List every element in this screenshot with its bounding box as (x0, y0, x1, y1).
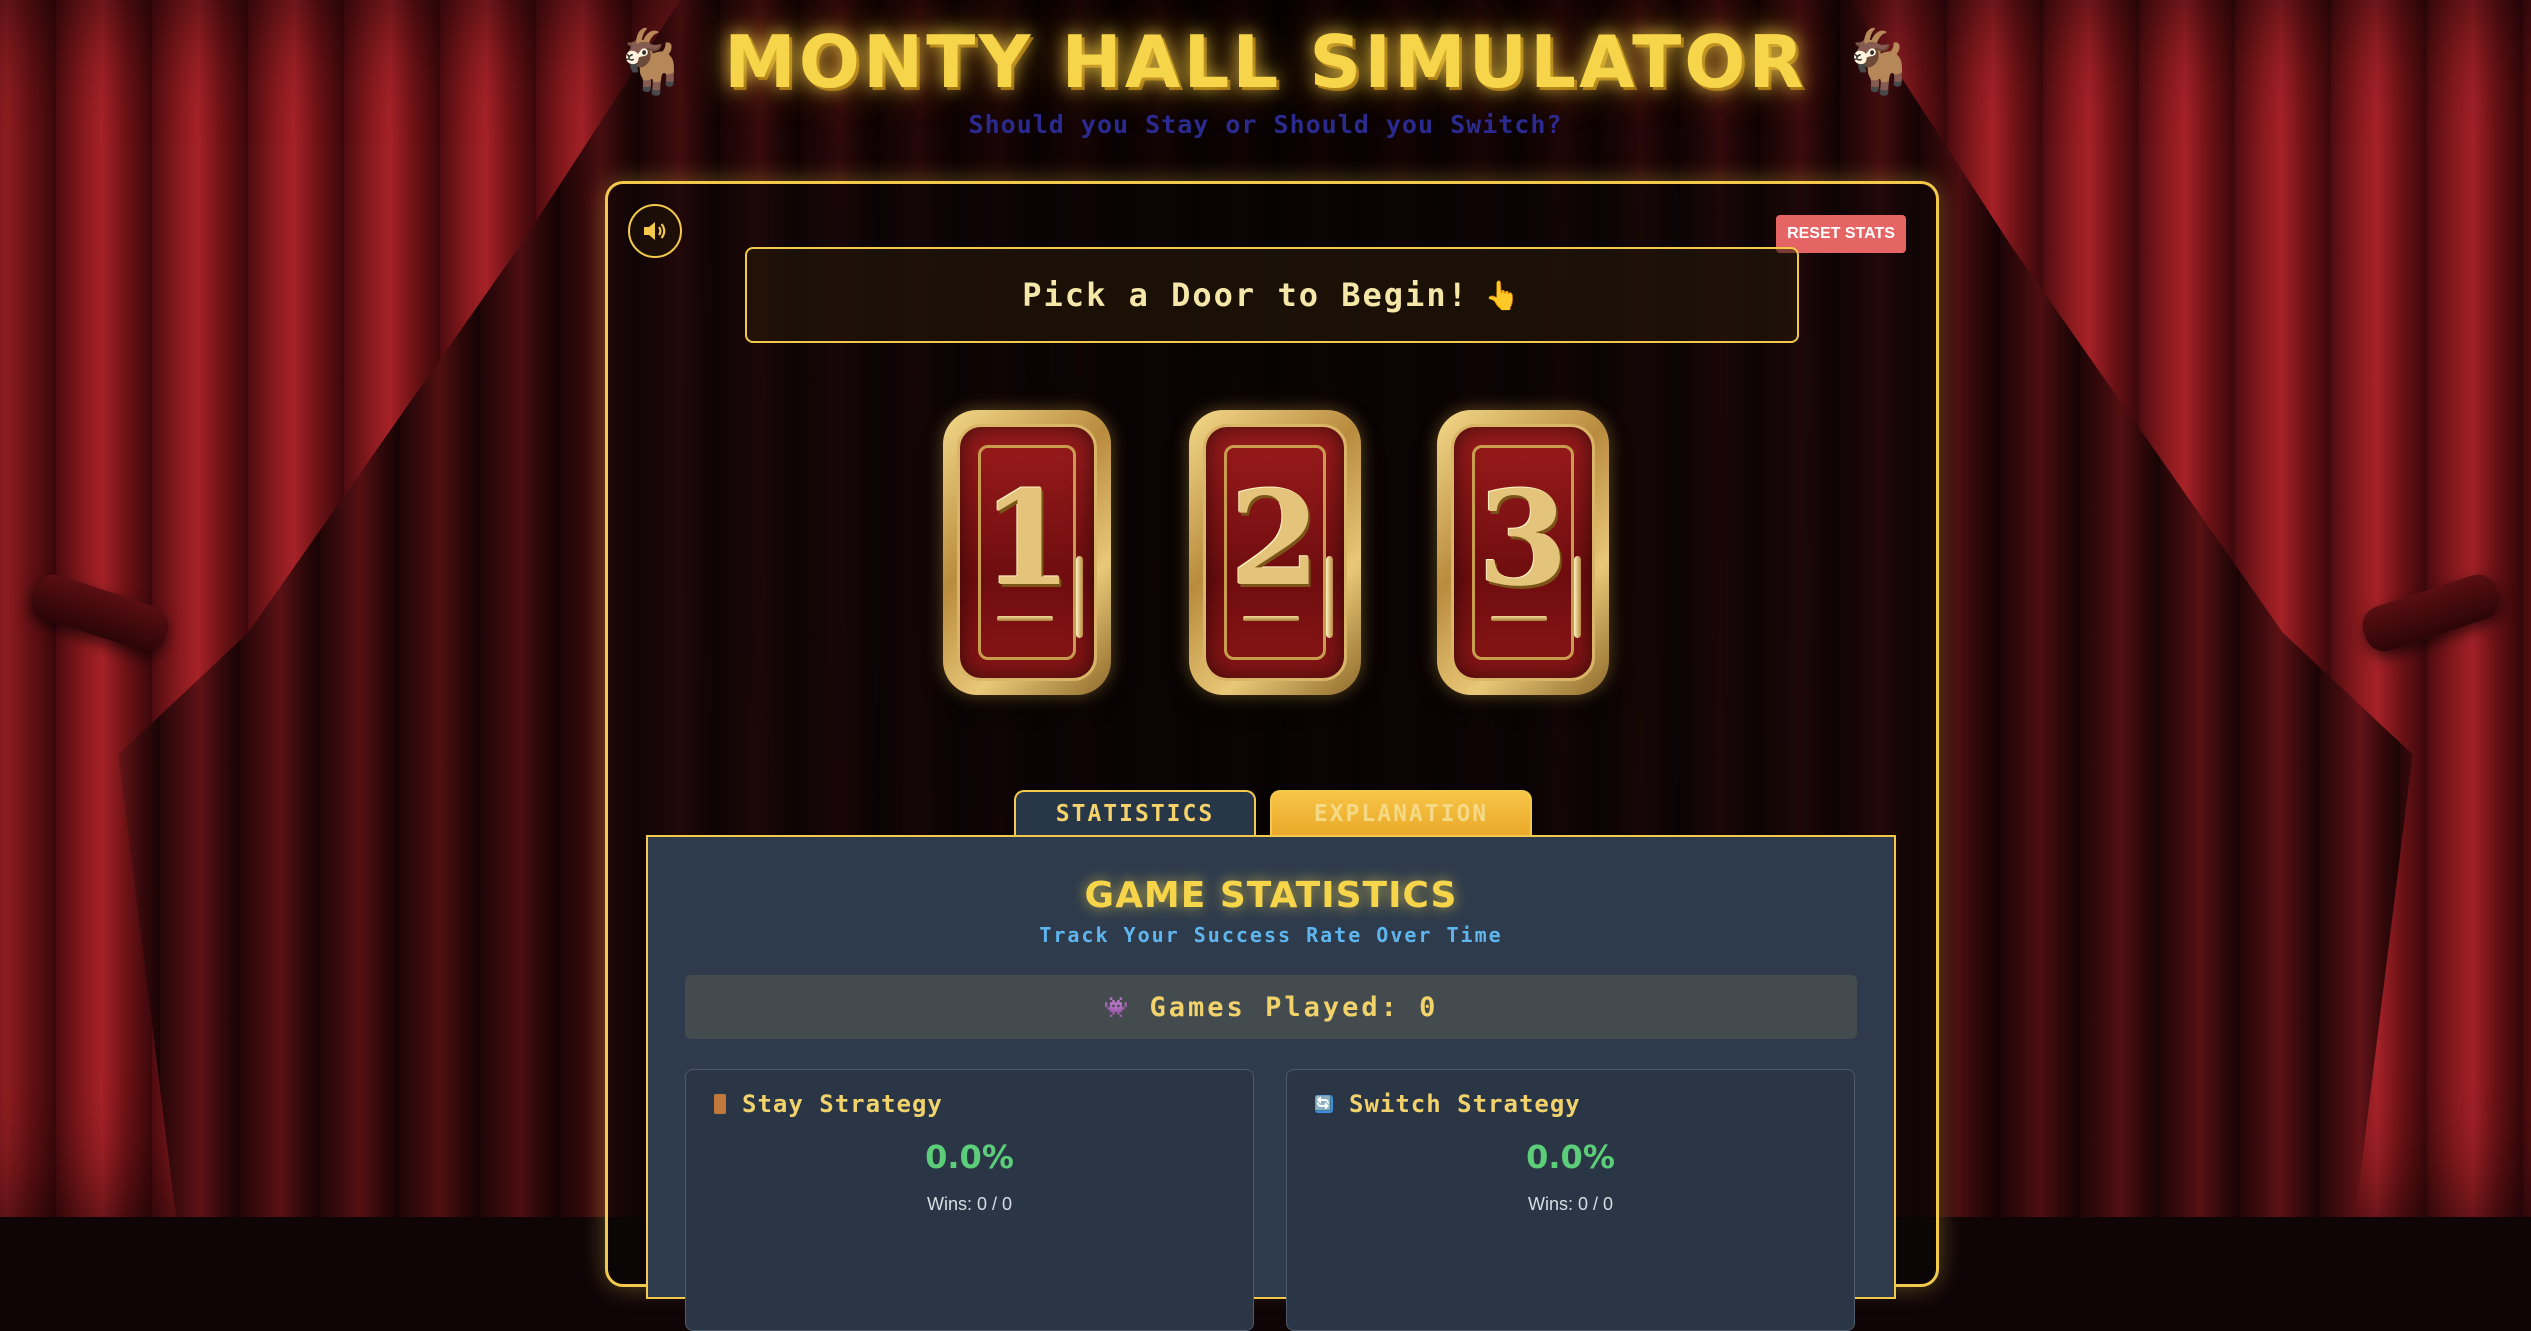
stay-wins: Wins: 0 / 0 (926, 1194, 1013, 1214)
door-1[interactable]: 1 (943, 410, 1111, 695)
stay-strategy-card: Stay Strategy 0.0% Wins: 0 / 0 (685, 1069, 1254, 1331)
door-number: 3 (1477, 462, 1569, 615)
tab-bar: STATISTICS EXPLANATION (608, 790, 1936, 836)
page-header: 🐐 MONTY HALL SIMULATOR 🐐 Should you Stay… (0, 20, 2531, 139)
reset-stats-button[interactable]: RESET STATS (1776, 215, 1906, 253)
stay-win-percent: 0.0% (925, 1138, 1014, 1176)
door-plate (1491, 616, 1547, 621)
door-plate (997, 616, 1053, 621)
switch-wins: Wins: 0 / 0 (1527, 1194, 1614, 1214)
switch-arrows-icon: 🔄 (1314, 1095, 1334, 1113)
statistics-subtitle: Track Your Success Rate Over Time (1039, 923, 1503, 947)
game-message: Pick a Door to Begin! 👆 (745, 247, 1799, 343)
door-handle (1326, 556, 1333, 638)
door-icon (714, 1094, 726, 1114)
statistics-panel: GAME STATISTICS Track Your Success Rate … (646, 835, 1896, 1331)
pointing-hand-icon: 👆 (1484, 278, 1522, 312)
goat-icon: 🐐 (1840, 25, 1919, 98)
switch-strategy-label: Switch Strategy (1349, 1090, 1581, 1118)
doors-row: 1 2 3 (608, 410, 1936, 700)
tab-statistics[interactable]: STATISTICS (1014, 790, 1256, 836)
switch-win-percent: 0.0% (1526, 1138, 1615, 1176)
message-text: Pick a Door to Begin! (1022, 276, 1469, 314)
goat-icon: 🐐 (612, 25, 691, 98)
game-panel: RESET STATS Pick a Door to Begin! 👆 1 2 … (605, 181, 1939, 1331)
switch-strategy-card: 🔄 Switch Strategy 0.0% Wins: 0 / 0 (1286, 1069, 1855, 1331)
door-plate (1243, 616, 1299, 621)
door-2[interactable]: 2 (1189, 410, 1361, 695)
stay-strategy-label: Stay Strategy (742, 1090, 943, 1118)
games-played-count: Games Played: 0 (1149, 991, 1439, 1023)
door-number: 1 (981, 462, 1073, 615)
page-title: MONTY HALL SIMULATOR (724, 20, 1807, 104)
door-handle (1574, 556, 1581, 638)
sound-toggle-button[interactable] (628, 204, 682, 258)
speaker-icon (644, 222, 666, 240)
page-subtitle: Should you Stay or Should you Switch? (968, 110, 1563, 139)
door-number: 2 (1229, 462, 1321, 615)
games-played-bar: 👾 Games Played: 0 (685, 975, 1857, 1039)
door-3[interactable]: 3 (1437, 410, 1609, 695)
tab-explanation[interactable]: EXPLANATION (1270, 790, 1532, 836)
alien-monster-icon: 👾 (1103, 995, 1132, 1019)
door-handle (1076, 556, 1083, 638)
statistics-title: GAME STATISTICS (1084, 875, 1458, 916)
